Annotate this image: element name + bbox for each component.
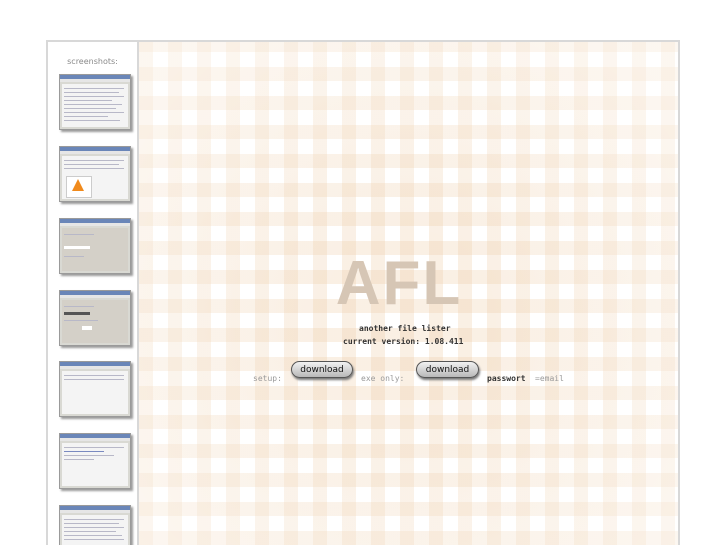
exe-only-label: exe only: xyxy=(361,374,405,383)
screenshot-thumbnail-7[interactable] xyxy=(59,505,131,545)
main-content: AFL another file lister current version:… xyxy=(139,42,678,545)
screenshots-sidebar: screenshots: xyxy=(48,42,139,545)
afl-logo: AFL xyxy=(335,249,463,318)
setup-label: setup: xyxy=(253,374,282,383)
screenshot-thumbnail-3[interactable] xyxy=(59,218,131,274)
screenshot-thumbnail-2[interactable] xyxy=(59,146,131,202)
vlc-cone-icon xyxy=(72,179,84,191)
current-version: current version: 1.08.411 xyxy=(343,337,464,346)
screenshot-thumbnail-4[interactable] xyxy=(59,290,131,346)
app-subtitle: another file lister xyxy=(359,324,451,333)
download-exe-button[interactable]: download xyxy=(416,361,479,378)
page-frame: screenshots: AFL another file lister cur… xyxy=(46,40,680,545)
screenshot-thumbnail-6[interactable] xyxy=(59,433,131,489)
sidebar-title: screenshots: xyxy=(67,57,118,66)
screenshot-thumbnail-1[interactable] xyxy=(59,74,131,130)
download-setup-button[interactable]: download xyxy=(291,361,353,378)
screenshot-thumbnail-5[interactable] xyxy=(59,361,131,417)
password-hint: =email xyxy=(535,374,564,383)
password-label: passwort xyxy=(487,374,526,383)
